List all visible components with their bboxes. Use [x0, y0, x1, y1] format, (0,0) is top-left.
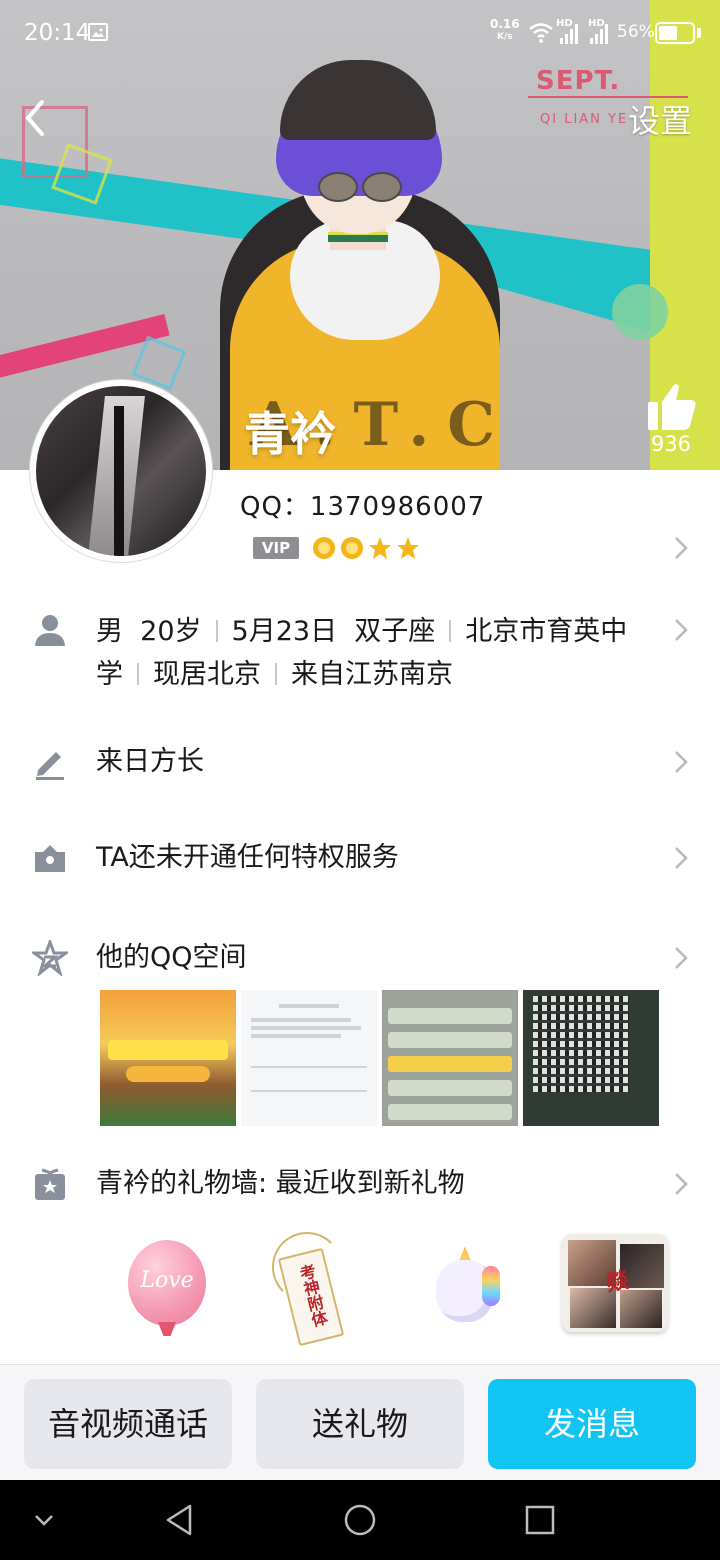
gift-charm-tag[interactable]: 考神附体 — [252, 1226, 362, 1347]
nav-recents-icon[interactable] — [518, 1498, 562, 1542]
wifi-icon — [529, 23, 553, 43]
qzone-photos — [100, 990, 660, 1126]
status-bar: 20:14 0.16 K/s HD HD 56% — [0, 0, 720, 66]
star-icon — [369, 537, 391, 559]
system-nav-bar — [0, 1480, 720, 1560]
cover-green-circle — [612, 284, 668, 340]
nickname: 青衿 — [244, 407, 336, 461]
crown-badge-icon — [35, 845, 65, 872]
battery-percent: 56% — [617, 22, 655, 42]
person-icon — [35, 615, 65, 646]
profile-screen: SEPT. QI LIAN YE A.T.C 20:14 0.16 K/s HD… — [0, 0, 720, 1560]
qzone-photo[interactable] — [241, 990, 377, 1126]
qq-number: QQ：1370986007 — [240, 492, 486, 522]
nav-collapse-icon[interactable] — [22, 1498, 66, 1542]
battery-icon — [655, 22, 695, 44]
settings-button[interactable]: 设置 — [628, 96, 692, 142]
avatar[interactable] — [30, 380, 212, 562]
chevron-right-icon[interactable] — [674, 846, 688, 870]
net-speed: 0.16 K/s — [490, 17, 520, 43]
signal-icon — [590, 24, 608, 44]
gift-list: Love 考神附体 燚 — [110, 1226, 690, 1347]
chevron-right-icon[interactable] — [674, 750, 688, 774]
status-time: 20:14 — [24, 20, 91, 46]
gift-box-icon — [35, 1168, 65, 1200]
chevron-right-icon[interactable] — [674, 536, 688, 560]
back-arrow-icon[interactable] — [20, 96, 64, 140]
nav-back-icon[interactable] — [158, 1498, 202, 1542]
thumbs-up-icon[interactable] — [646, 382, 698, 432]
qzone-photo[interactable] — [100, 990, 236, 1126]
image-notification-icon — [88, 23, 108, 41]
nav-home-icon[interactable] — [338, 1498, 382, 1542]
sun-icon — [341, 537, 363, 559]
qzone-photo[interactable] — [523, 990, 659, 1126]
qzone-star-icon — [32, 940, 68, 976]
action-bar: 音视频通话 送礼物 发消息 — [0, 1364, 720, 1480]
send-message-button[interactable]: 发消息 — [488, 1379, 696, 1469]
chevron-right-icon[interactable] — [674, 618, 688, 642]
gift-pillow[interactable]: 燚 — [562, 1226, 672, 1346]
cover-character: A.T.C — [190, 40, 530, 470]
qzone-row[interactable]: 他的QQ空间 — [96, 936, 247, 979]
privilege-row[interactable]: TA还未开通任何特权服务 — [96, 836, 399, 879]
chevron-right-icon[interactable] — [674, 946, 688, 970]
gift-unicorn[interactable] — [410, 1226, 520, 1346]
gift-balloon[interactable]: Love — [110, 1226, 220, 1346]
av-call-button[interactable]: 音视频通话 — [24, 1379, 232, 1469]
pencil-icon — [36, 752, 64, 780]
send-gift-button[interactable]: 送礼物 — [256, 1379, 464, 1469]
cover-qilian-text: QI LIAN YE — [540, 112, 629, 127]
signal-icon — [560, 24, 578, 44]
like-count[interactable]: 936 — [640, 432, 702, 456]
chevron-right-icon[interactable] — [674, 1172, 688, 1196]
vip-badge: VIP — [253, 537, 299, 559]
signature-row[interactable]: 来日方长 — [96, 740, 204, 783]
cover-sept-text: SEPT. — [536, 66, 621, 96]
gift-wall-row[interactable]: 青衿的礼物墙: 最近收到新礼物 — [96, 1162, 465, 1205]
battery-cap — [697, 28, 701, 38]
star-icon — [397, 537, 419, 559]
personal-info[interactable]: 男 20岁 5月23日 双子座 北京市育英中 学现居北京 来自江苏南京 — [96, 610, 656, 696]
qzone-photo[interactable] — [382, 990, 518, 1126]
sun-icon — [313, 537, 335, 559]
battery-fill — [659, 26, 677, 40]
